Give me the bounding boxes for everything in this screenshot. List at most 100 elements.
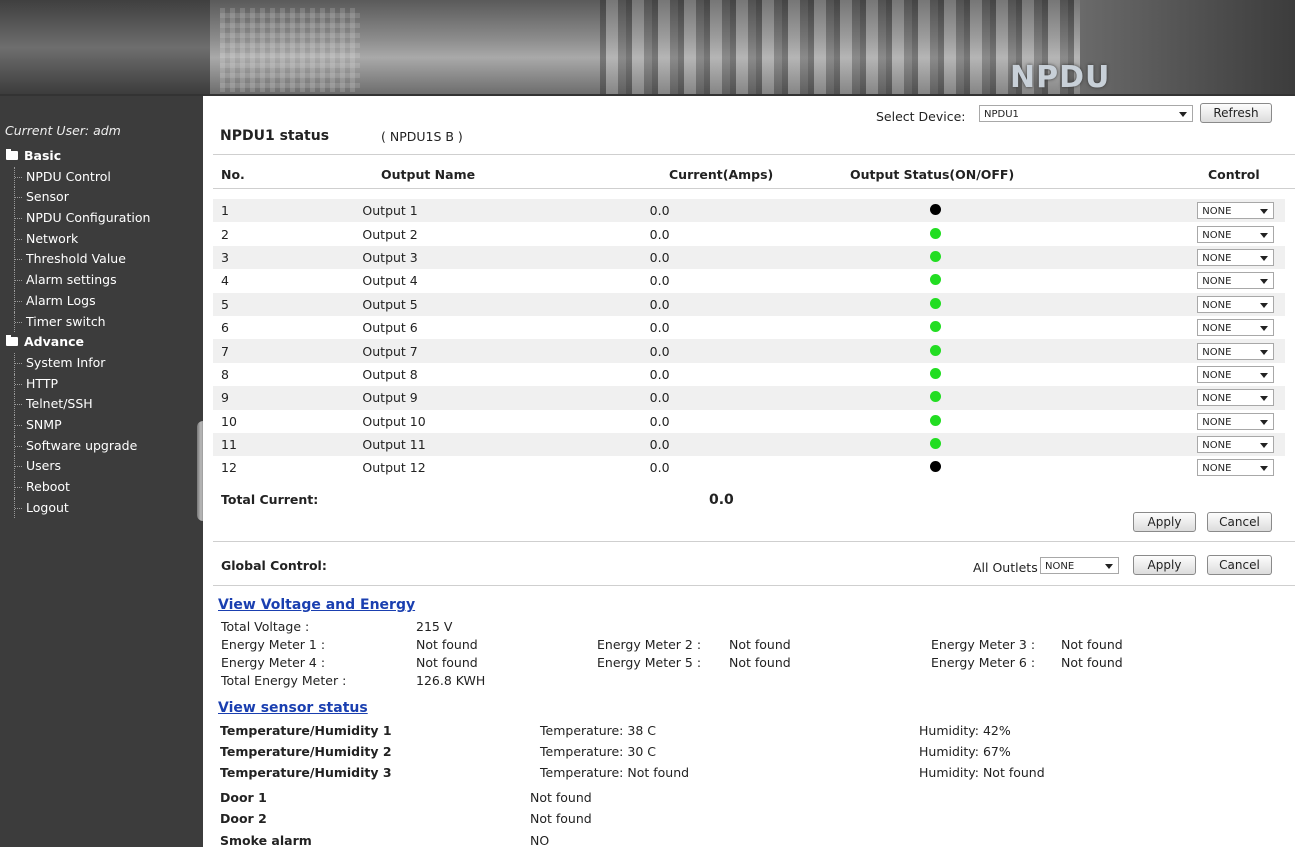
title-divider [213,154,1295,155]
output-no-cell: 11 [213,432,363,457]
output-name: Output 7 [362,343,418,359]
energy-meter-6-value: Not found [1061,655,1123,670]
chevron-down-icon [1260,396,1269,402]
global-cancel-button[interactable]: Cancel [1207,555,1272,575]
control-dropdown[interactable]: NONE [1197,436,1275,454]
output-control-cell: NONE [1179,245,1285,270]
output-status-cell [825,269,1179,292]
global-apply-button[interactable]: Apply [1133,555,1196,575]
output-no-cell: 9 [213,386,363,410]
folder-icon [6,335,18,347]
sidebar-item-system-infor[interactable]: System Infor [0,352,203,374]
apply-button[interactable]: Apply [1133,512,1196,532]
table-row: 10 Output 10 0.0 NONE [213,410,1285,433]
output-current-cell: 0.0 [607,245,825,270]
all-outlets-dropdown[interactable]: NONE [1040,557,1119,574]
energy-meter-5-label: Energy Meter 5 : [597,655,702,670]
chevron-down-icon [1260,326,1269,332]
chevron-down-icon [1179,112,1187,117]
door-2-value: Not found [530,811,592,826]
sidebar-item-timer-switch[interactable]: Timer switch [0,311,203,333]
sensor-th2-humidity: Humidity: 67% [919,744,1011,759]
view-sensor-status-link[interactable]: View sensor status [218,700,368,716]
sidebar-item-network[interactable]: Network [0,228,203,250]
chevron-down-icon [1260,255,1269,261]
output-no: 10 [221,413,237,429]
refresh-button[interactable]: Refresh [1200,103,1272,123]
global-divider-top [213,541,1295,542]
tree-connector [14,477,23,498]
output-current: 0.0 [649,203,670,219]
output-status-cell [825,410,1179,433]
energy-meter-1-label: Energy Meter 1 : [221,637,326,652]
sidebar-item-label: HTTP [26,375,58,391]
sidebar-group-advance[interactable]: Advance [0,332,203,353]
smoke-alarm-name: Smoke alarm [220,833,312,848]
sidebar-item-software-upgrade[interactable]: Software upgrade [0,435,203,457]
table-row: 9 Output 9 0.0 NONE [213,386,1285,410]
sidebar-item-threshold-value[interactable]: Threshold Value [0,249,203,271]
control-dropdown[interactable]: NONE [1197,319,1275,337]
sidebar-item-http[interactable]: HTTP [0,373,203,395]
output-no-cell: 7 [213,339,363,363]
output-status-cell [824,432,1180,457]
output-no-cell: 4 [213,269,362,292]
sidebar-item-logout[interactable]: Logout [0,497,203,519]
output-current: 0.0 [649,273,670,289]
sidebar-group-basic[interactable]: Basic [0,146,203,167]
control-dropdown[interactable]: NONE [1197,225,1275,243]
output-no-cell: 10 [213,410,362,433]
control-dropdown[interactable]: NONE [1197,412,1275,430]
sidebar-item-label: Software upgrade [26,437,138,453]
tree-connector [14,456,23,477]
sidebar-item-alarm-logs[interactable]: Alarm Logs [0,290,203,312]
control-dropdown[interactable]: NONE [1197,365,1275,383]
control-dropdown[interactable]: NONE [1197,459,1275,477]
view-voltage-energy-link[interactable]: View Voltage and Energy [218,597,415,613]
control-dropdown[interactable]: NONE [1197,295,1275,313]
control-dropdown-value: NONE [1202,440,1232,452]
chevron-down-icon [1260,372,1269,378]
control-dropdown-value: NONE [1202,346,1232,358]
chevron-down-icon [1260,419,1269,425]
output-name-cell: Output 5 [362,292,608,316]
output-name-cell: Output 1 [362,199,608,223]
sensor-th3-name: Temperature/Humidity 3 [220,765,392,780]
control-dropdown-value: NONE [1202,323,1232,335]
sidebar-item-npdu-control[interactable]: NPDU Control [0,166,203,188]
control-dropdown-value: NONE [1202,463,1232,475]
total-current-label: Total Current: [221,492,319,507]
cancel-button[interactable]: Cancel [1207,512,1272,532]
output-status-cell [825,456,1179,479]
sidebar-item-users[interactable]: Users [0,456,203,477]
control-dropdown[interactable]: NONE [1197,248,1275,266]
output-no-cell: 8 [213,363,362,386]
output-no-cell: 5 [213,292,363,316]
output-no-cell: 1 [213,199,363,223]
control-dropdown[interactable]: NONE [1197,389,1275,407]
sidebar-item-alarm-settings[interactable]: Alarm settings [0,270,203,291]
sidebar-item-reboot[interactable]: Reboot [0,477,203,498]
energy-meter-3-label: Energy Meter 3 : [931,637,1036,652]
control-dropdown[interactable]: NONE [1197,342,1275,360]
select-device-dropdown[interactable]: NPDU1 [979,105,1193,122]
sidebar-item-npdu-configuration[interactable]: NPDU Configuration [0,208,203,229]
control-dropdown-value: NONE [1202,206,1232,218]
control-dropdown[interactable]: NONE [1197,272,1275,290]
control-dropdown[interactable]: NONE [1197,202,1275,220]
sensor-th3-humidity: Humidity: Not found [919,765,1045,780]
sensor-th1-name: Temperature/Humidity 1 [220,723,392,738]
energy-meter-2-label: Energy Meter 2 : [597,637,702,652]
sidebar-item-sensor[interactable]: Sensor [0,187,203,209]
total-current-value: 0.0 [709,492,734,508]
sensor-th1-humidity: Humidity: 42% [919,723,1011,738]
control-dropdown-value: NONE [1202,416,1232,428]
table-row: 8 Output 8 0.0 NONE [213,363,1285,386]
status-on-indicator [929,250,941,262]
output-current: 0.0 [649,413,670,429]
output-control-cell: NONE [1179,222,1285,245]
sidebar-item-snmp[interactable]: SNMP [0,414,203,436]
sidebar-item-telnet-ssh[interactable]: Telnet/SSH [0,394,203,415]
main-content: Select Device: NPDU1 Refresh NPDU1 statu… [203,96,1295,848]
output-name-cell: Output 6 [362,316,607,339]
